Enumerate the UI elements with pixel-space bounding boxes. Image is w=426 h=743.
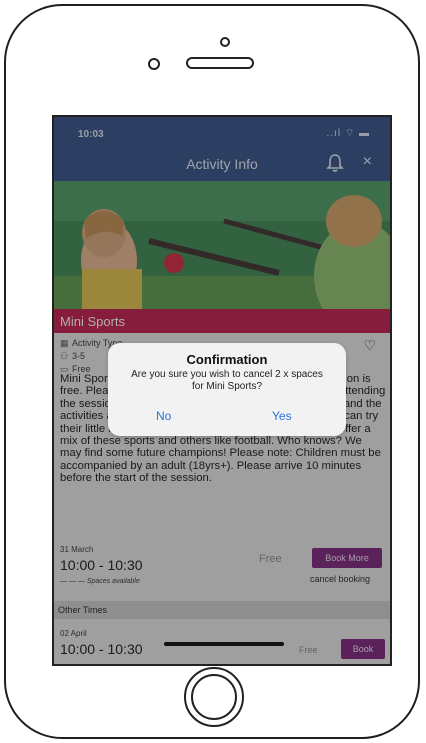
dialog-title: Confirmation [186,352,268,367]
booking-date: 31 March [60,545,94,554]
spaces-available: — — — Spaces available [60,578,140,585]
home-button-ring [191,674,237,720]
status-bar: 10:03 ..ıl ⌔ ▬ [54,117,390,147]
favourite-heart-icon[interactable]: ♡ [363,337,376,354]
no-button[interactable]: No [156,409,171,423]
activity-title: Mini Sports [60,314,126,329]
booking-time: 10:00 - 10:30 [60,557,143,573]
close-icon[interactable]: × [363,153,372,171]
home-indicator[interactable] [164,642,284,646]
book-more-button[interactable]: Book More [312,548,382,568]
cancel-booking-link[interactable]: cancel booking [310,574,370,584]
confirmation-dialog: Confirmation Are you sure you wish to ca… [108,343,346,436]
camera-icon [220,37,230,47]
other-times-label: Other Times [58,605,108,615]
meta-ages: ⚇ 3-5 [60,351,86,361]
app-screen: 10:03 ..ıl ⌔ ▬ Activity Info × Mini Spor… [52,115,392,666]
activity-hero-image [54,181,390,309]
other-time-time: 10:00 - 10:30 [60,641,143,657]
nav-bar: Activity Info × [54,147,390,181]
status-indicators: ..ıl ⌔ ▬ [326,128,370,139]
speaker-grille [186,57,254,69]
other-time-book-button[interactable]: Book [341,639,385,659]
other-time-price: Free [299,645,318,655]
booking-price: Free [259,553,282,565]
status-time: 10:03 [78,129,104,140]
bell-icon[interactable] [326,153,344,173]
other-time-date: 02 April [60,629,87,638]
activity-title-banner: Mini Sports [54,309,390,333]
dialog-message: Are you sure you wish to cancel 2 x spac… [131,369,323,392]
yes-button[interactable]: Yes [272,409,292,423]
other-times-heading: Other Times [54,601,390,619]
people-icon: ⚇ [60,351,69,361]
sensor-icon [148,58,160,70]
activity-icon: ▦ [60,338,69,348]
